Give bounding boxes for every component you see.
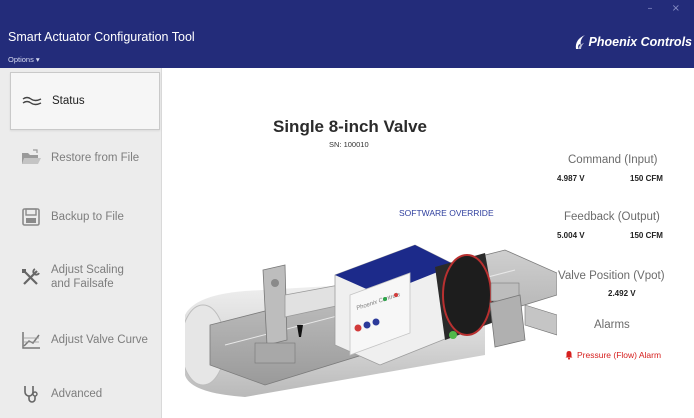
feedback-label: Feedback (Output) — [564, 211, 660, 223]
valve-position-voltage: 2.492 V — [608, 289, 636, 298]
valve-title: Single 8-inch Valve — [273, 117, 428, 136]
pressure-alarm[interactable]: Pressure (Flow) Alarm — [564, 350, 661, 360]
status-icon — [22, 96, 42, 106]
command-voltage: 4.987 V — [557, 174, 585, 183]
alarms-label: Alarms — [594, 319, 630, 331]
brand-logo: Phoenix Controls — [573, 34, 692, 50]
sidebar-item-label: Advanced — [51, 388, 103, 400]
command-label: Command (Input) — [568, 154, 658, 166]
stethoscope-icon — [24, 386, 38, 403]
valve-actuator-illustration: Phoenix Controls — [185, 244, 557, 397]
alarm-text: Pressure (Flow) Alarm — [577, 350, 662, 360]
sidebar-item-status[interactable]: Status — [10, 72, 160, 130]
sidebar-item-valve-curve[interactable]: Adjust Valve Curve — [10, 327, 160, 353]
sidebar-item-label: Restore from File — [51, 152, 140, 164]
sidebar-item-label: Backup to File — [51, 211, 124, 223]
phoenix-logo-icon — [575, 35, 585, 49]
tools-icon — [22, 268, 40, 285]
brand-name: Phoenix Controls — [588, 35, 692, 49]
sidebar-item-advanced[interactable]: Advanced — [10, 381, 160, 407]
save-icon — [22, 208, 40, 226]
sidebar: Status Restore from File Backup to File … — [0, 68, 162, 418]
sidebar-item-label: Adjust Scaling and Failsafe — [51, 264, 124, 290]
curve-chart-icon — [22, 332, 40, 349]
software-override-link[interactable]: SOFTWARE OVERRIDE — [399, 208, 494, 218]
folder-open-icon — [22, 149, 41, 164]
sidebar-item-backup[interactable]: Backup to File — [10, 205, 160, 229]
app-title: Smart Actuator Configuration Tool — [8, 30, 195, 44]
feedback-voltage: 5.004 V — [557, 231, 585, 240]
sidebar-item-label: Adjust Valve Curve — [51, 334, 148, 346]
title-bar: Smart Actuator Configuration Tool Option… — [0, 0, 694, 68]
window-controls[interactable]: – × — [647, 3, 688, 14]
options-menu[interactable]: Options ▾ — [8, 55, 40, 64]
sidebar-item-restore[interactable]: Restore from File — [10, 146, 160, 170]
bell-icon — [565, 351, 573, 360]
valve-position-label: Valve Position (Vpot) — [558, 270, 665, 282]
sidebar-item-scaling[interactable]: Adjust Scaling and Failsafe — [10, 261, 160, 293]
serial-number: SN: 100010 — [329, 140, 369, 149]
feedback-flow: 150 CFM — [630, 231, 663, 240]
sidebar-item-label: Status — [52, 95, 85, 107]
command-flow: 150 CFM — [630, 174, 663, 183]
